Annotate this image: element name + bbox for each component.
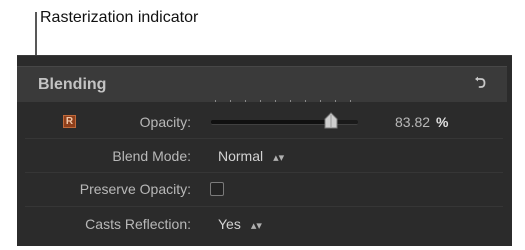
casts-reflection-label: Casts Reflection: [85,216,191,232]
casts-reflection-value: Yes [218,216,241,232]
casts-reflection-popup[interactable]: Yes ▴▾ [218,216,262,232]
callout-label: Rasterization indicator [40,9,199,26]
preserve-opacity-label: Preserve Opacity: [79,181,191,197]
blend-mode-popup[interactable]: Normal ▴▾ [218,148,284,164]
preserve-opacity-checkbox[interactable] [210,182,224,196]
section-title: Blending [38,76,107,93]
blend-mode-value: Normal [218,148,264,164]
opacity-slider-fill [211,120,335,124]
reset-arrow-icon[interactable] [472,75,488,91]
opacity-slider-thumb[interactable] [323,112,339,130]
blend-mode-label: Blend Mode: [112,148,191,164]
popup-arrows-icon: ▴▾ [250,220,262,232]
row-divider [25,206,503,207]
opacity-unit: % [436,114,449,130]
row-divider [25,172,503,173]
row-divider [25,138,503,139]
popup-arrows-icon: ▴▾ [273,152,285,164]
opacity-label: Opacity: [139,114,191,130]
opacity-value[interactable]: 83.82 [395,114,430,130]
slider-tick-marks [215,100,351,102]
